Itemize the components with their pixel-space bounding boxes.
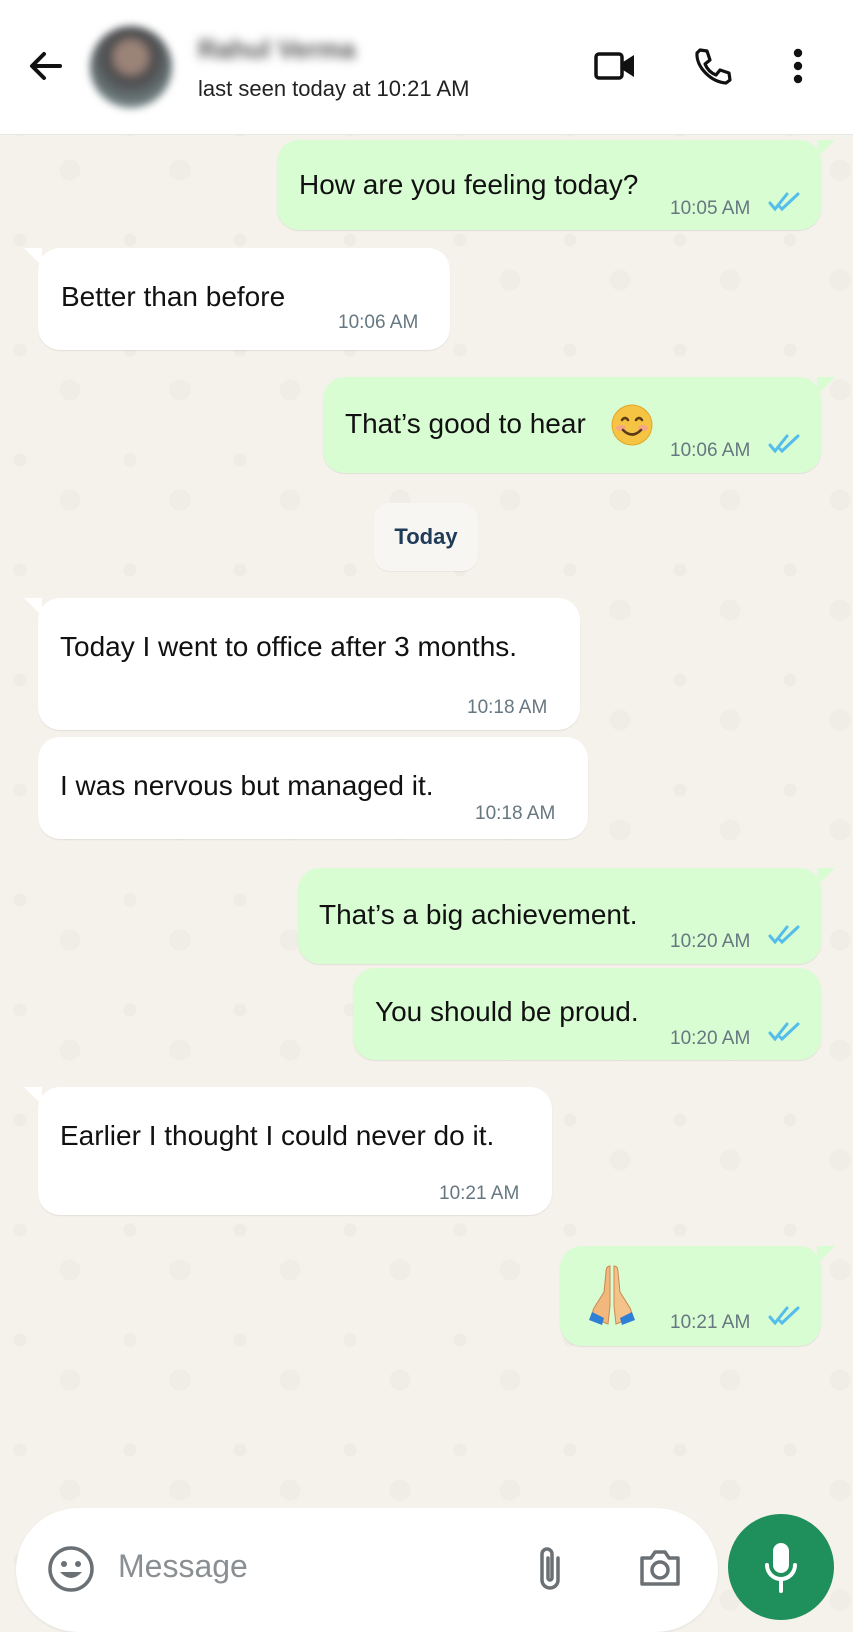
last-seen-status: last seen today at 10:21 AM xyxy=(198,76,470,101)
message-bubble-outgoing[interactable]: You should be proud. 10:20 AM xyxy=(353,968,821,1060)
message-bubble-outgoing[interactable]: 10:21 AM xyxy=(560,1246,835,1346)
double-blue-check-icon xyxy=(768,434,800,454)
message-text: That’s good to hear xyxy=(345,408,586,439)
microphone-icon xyxy=(765,1543,797,1593)
message-text: That’s a big achievement. xyxy=(319,899,638,930)
date-separator: Today xyxy=(374,503,478,571)
double-blue-check-icon xyxy=(768,1306,800,1326)
message-input[interactable]: Message xyxy=(118,1548,248,1585)
message-bubble-incoming[interactable]: I was nervous but managed it. 10:18 AM xyxy=(38,737,588,839)
chat-header: Rahul Verma last seen today at 10:21 AM xyxy=(0,0,853,135)
message-bubble-outgoing[interactable]: That’s good to hear 10:06 AM xyxy=(323,377,835,473)
message-time: 10:20 AM xyxy=(670,931,751,952)
message-bubble-incoming[interactable]: Today I went to office after 3 months. 1… xyxy=(24,598,580,730)
message-time: 10:18 AM xyxy=(467,697,548,718)
double-blue-check-icon xyxy=(768,925,800,945)
back-arrow-icon[interactable] xyxy=(24,44,68,88)
more-options-icon[interactable] xyxy=(774,42,822,90)
smiling-face-icon xyxy=(611,404,653,446)
voice-record-button[interactable] xyxy=(728,1514,834,1620)
phone-call-icon[interactable] xyxy=(688,42,736,90)
message-text: Better than before xyxy=(61,281,286,312)
message-bubble-outgoing[interactable]: How are you feeling today? 10:05 AM xyxy=(277,140,835,230)
message-bubble-outgoing[interactable]: That’s a big achievement. 10:20 AM xyxy=(298,868,835,964)
double-blue-check-icon xyxy=(768,192,800,212)
message-time: 10:21 AM xyxy=(439,1183,520,1204)
message-text: Earlier I thought I could never do it. xyxy=(60,1120,495,1151)
video-call-icon[interactable] xyxy=(592,42,640,90)
contact-avatar[interactable] xyxy=(90,26,172,108)
double-blue-check-icon xyxy=(768,1022,800,1042)
message-text: Today I went to office after 3 months. xyxy=(60,631,518,662)
message-time: 10:21 AM xyxy=(670,1312,751,1333)
message-text: I was nervous but managed it. xyxy=(60,770,434,801)
emoji-icon[interactable] xyxy=(46,1544,96,1594)
message-bubble-incoming[interactable]: Earlier I thought I could never do it. 1… xyxy=(24,1087,552,1215)
message-time: 10:20 AM xyxy=(670,1028,751,1049)
message-time: 10:18 AM xyxy=(475,803,556,824)
message-bubble-incoming[interactable]: Better than before 10:06 AM xyxy=(24,248,450,350)
attachment-icon[interactable] xyxy=(528,1544,574,1596)
message-text: How are you feeling today? xyxy=(299,169,639,200)
message-time: 10:06 AM xyxy=(338,312,419,333)
contact-name[interactable]: Rahul Verma xyxy=(198,34,356,65)
camera-icon[interactable] xyxy=(636,1546,684,1590)
message-time: 10:06 AM xyxy=(670,440,751,461)
message-time: 10:05 AM xyxy=(670,198,751,219)
message-text: You should be proud. xyxy=(375,996,639,1027)
folded-hands-icon xyxy=(589,1265,635,1325)
